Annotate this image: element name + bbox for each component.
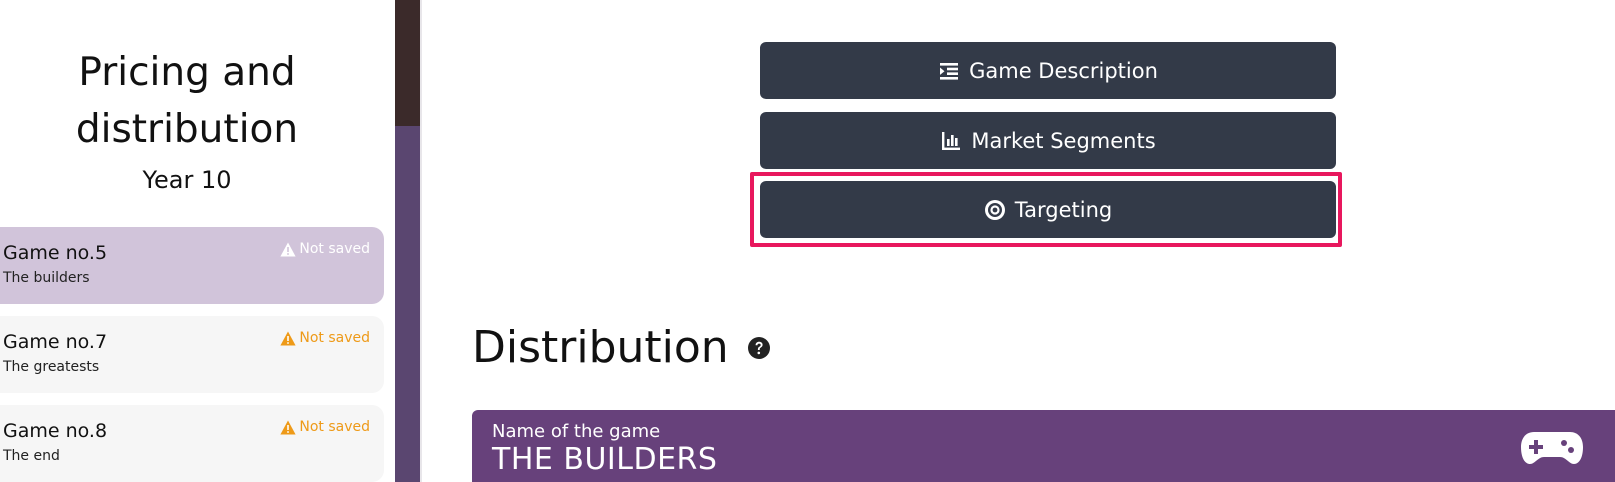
save-status-badge: Not saved	[280, 330, 370, 346]
divider	[420, 0, 422, 482]
game-name: Game no.5	[3, 242, 108, 264]
indent-list-icon	[940, 62, 959, 80]
game-name-card: Name of the game THE BUILDERS	[472, 410, 1615, 482]
game-description-label: Game Description	[969, 58, 1158, 83]
distribution-heading: Distribution	[472, 322, 771, 373]
game-description-button[interactable]: Game Description	[760, 42, 1336, 99]
target-icon	[984, 199, 1005, 220]
gamepad-icon	[1521, 432, 1583, 464]
game-subtitle: The builders	[3, 270, 90, 286]
targeting-button[interactable]: Targeting	[760, 181, 1336, 238]
game-item-8[interactable]: Game no.8 The end Not saved	[0, 405, 384, 482]
market-segments-button[interactable]: Market Segments	[760, 112, 1336, 169]
sidebar-title: Pricing and distribution	[75, 50, 299, 152]
save-status-text: Not saved	[299, 330, 370, 346]
save-status-badge: Not saved	[280, 419, 370, 435]
game-subtitle: The end	[3, 448, 60, 464]
warning-icon	[280, 331, 296, 345]
sidebar-year: Year 10	[142, 166, 232, 194]
bar-chart-icon	[942, 131, 961, 150]
page: Pricing and distribution Year 10 Game no…	[0, 0, 1615, 482]
warning-icon	[280, 420, 296, 434]
game-subtitle: The greatests	[3, 359, 100, 375]
targeting-label: Targeting	[1014, 197, 1113, 222]
game-item-5[interactable]: Game no.5 The builders Not saved	[0, 227, 384, 304]
save-status-text: Not saved	[299, 241, 370, 257]
save-status-badge: Not saved	[280, 241, 370, 257]
game-name: Game no.7	[3, 331, 108, 353]
save-status-text: Not saved	[299, 419, 370, 435]
market-segments-label: Market Segments	[971, 128, 1156, 153]
background-strip	[395, 0, 420, 482]
sidebar: Pricing and distribution Year 10 Game no…	[0, 0, 395, 482]
game-name-label: Name of the game	[492, 421, 661, 442]
warning-icon	[280, 242, 296, 256]
game-name: Game no.8	[3, 420, 108, 442]
game-item-7[interactable]: Game no.7 The greatests Not saved	[0, 316, 384, 393]
distribution-title: Distribution	[472, 322, 729, 373]
help-icon[interactable]	[747, 336, 771, 360]
game-name-value: THE BUILDERS	[492, 442, 718, 477]
